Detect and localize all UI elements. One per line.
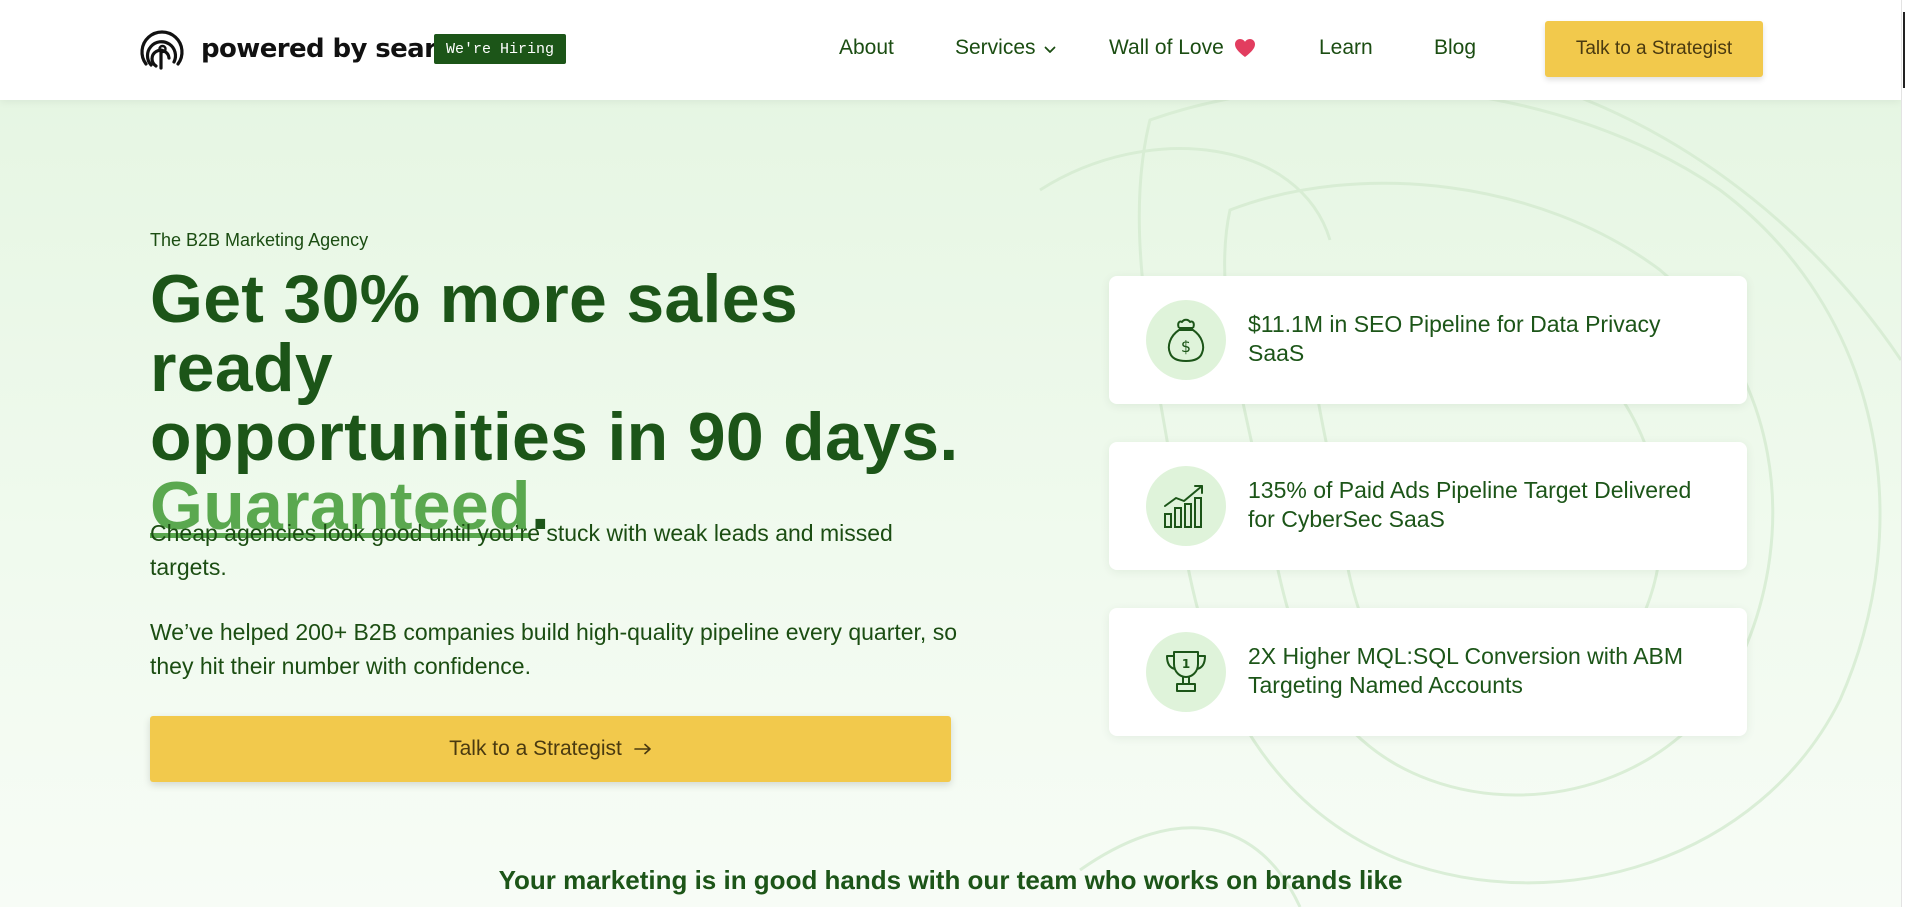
logo-link[interactable]: powered by search bbox=[137, 24, 470, 74]
nav-item-wall-of-love[interactable]: Wall of Love bbox=[1109, 36, 1256, 60]
hero-cta-label: Talk to a Strategist bbox=[449, 737, 622, 760]
svg-text:1: 1 bbox=[1182, 657, 1190, 671]
nav-item-label: Wall of Love bbox=[1109, 36, 1224, 59]
hiring-badge[interactable]: We're Hiring bbox=[434, 34, 567, 64]
nav-item-services[interactable]: Services bbox=[955, 36, 1056, 60]
stat-card: $ $11.1M in SEO Pipeline for Data Privac… bbox=[1109, 276, 1747, 404]
headline-line-2: opportunities in 90 days. bbox=[150, 399, 959, 475]
nav-item-label: About bbox=[839, 36, 894, 59]
fingerprint-logo-icon bbox=[140, 30, 184, 70]
nav-item-learn[interactable]: Learn bbox=[1319, 36, 1373, 60]
stat-card: 1 2X Higher MQL:SQL Conversion with ABM … bbox=[1109, 608, 1747, 736]
card-icon-circle: 1 bbox=[1146, 632, 1226, 712]
chevron-down-icon bbox=[1044, 46, 1055, 53]
svg-text:$: $ bbox=[1181, 337, 1191, 356]
hero-section: The B2B Marketing Agency Get 30% more sa… bbox=[0, 100, 1901, 907]
growth-chart-icon bbox=[1164, 485, 1203, 528]
headline-line-1: Get 30% more sales ready bbox=[150, 261, 798, 406]
stat-card: 135% of Paid Ads Pipeline Target Deliver… bbox=[1109, 442, 1747, 570]
nav-item-label: Learn bbox=[1319, 36, 1373, 59]
hero-eyebrow: The B2B Marketing Agency bbox=[150, 230, 369, 250]
talk-to-strategist-hero-button[interactable]: Talk to a Strategist bbox=[150, 716, 951, 782]
nav-item-blog[interactable]: Blog bbox=[1434, 36, 1476, 60]
scrollbar-thumb[interactable] bbox=[1903, 12, 1905, 88]
hero-paragraph-2: We’ve helped 200+ B2B companies build hi… bbox=[150, 619, 957, 679]
hero-paragraph-1: Cheap agencies look good until you’re st… bbox=[150, 520, 893, 580]
nav-item-about[interactable]: About bbox=[839, 36, 894, 60]
scrollbar-track[interactable] bbox=[1901, 0, 1906, 907]
hero-headline: Get 30% more sales ready opportunities i… bbox=[150, 265, 1000, 541]
stat-text: $11.1M in SEO Pipeline for Data Privacy … bbox=[1248, 311, 1661, 366]
card-icon-circle bbox=[1146, 466, 1226, 546]
logo-text: powered by search bbox=[201, 34, 470, 64]
site-header: powered by search We're Hiring About Ser… bbox=[0, 0, 1901, 100]
arrow-right-icon bbox=[634, 743, 651, 755]
talk-to-strategist-nav-button[interactable]: Talk to a Strategist bbox=[1545, 21, 1763, 77]
money-bag-icon: $ bbox=[1167, 318, 1205, 362]
nav-item-label: Services bbox=[955, 36, 1036, 59]
nav-item-label: Blog bbox=[1434, 36, 1477, 59]
stat-text: 135% of Paid Ads Pipeline Target Deliver… bbox=[1248, 477, 1692, 532]
trophy-icon: 1 bbox=[1166, 651, 1206, 692]
stat-text: 2X Higher MQL:SQL Conversion with ABM Ta… bbox=[1248, 643, 1684, 698]
card-icon-circle: $ bbox=[1146, 300, 1226, 380]
heart-icon bbox=[1234, 39, 1255, 57]
brands-heading: Your marketing is in good hands with our… bbox=[498, 865, 1403, 895]
